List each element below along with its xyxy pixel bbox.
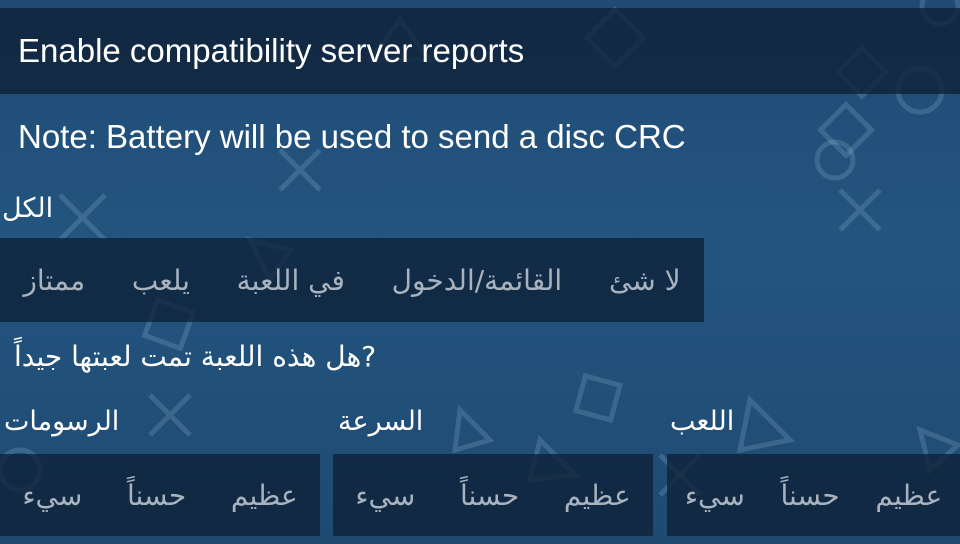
cross-symbol xyxy=(148,393,192,437)
compat-reports-label: Enable compatibility server reports xyxy=(18,32,525,69)
cross-symbol xyxy=(838,188,882,232)
overall-choice-bar: ممتاز يلعب في اللعبة القائمة/الدخول لا ش… xyxy=(0,238,704,322)
gameplay-option-bad[interactable]: سيء xyxy=(685,479,745,512)
playability-question: هل هذه اللعبة تمت لعبتها جيداً? xyxy=(14,340,377,373)
gameplay-option-great[interactable]: عظيم xyxy=(875,479,942,512)
overall-option-perfect[interactable]: ممتاز xyxy=(23,264,85,297)
battery-note: Note: Battery will be used to send a dis… xyxy=(18,118,686,155)
square-symbol xyxy=(572,372,624,424)
cross-symbol xyxy=(278,148,322,192)
square-symbol xyxy=(817,101,875,159)
graphics-option-great[interactable]: عظيم xyxy=(231,479,298,512)
overall-option-playable[interactable]: يلعب xyxy=(132,264,190,297)
triangle-symbol xyxy=(452,404,495,454)
speed-option-ok[interactable]: حسناً xyxy=(460,479,519,512)
graphics-option-bad[interactable]: سيء xyxy=(22,479,82,512)
compat-reports-toggle-row[interactable]: Enable compatibility server reports xyxy=(0,8,960,94)
overall-option-menu-intro[interactable]: القائمة/الدخول xyxy=(392,264,563,297)
speed-option-great[interactable]: عظيم xyxy=(564,479,631,512)
overall-label: الكل xyxy=(2,193,54,224)
graphics-option-ok[interactable]: حسناً xyxy=(127,479,186,512)
cross-symbol xyxy=(58,193,107,242)
speed-choice-bar: سيء حسناً عظيم xyxy=(333,454,653,536)
gameplay-label: اللعب xyxy=(670,406,735,437)
circle-symbol xyxy=(814,139,856,181)
overall-option-ingame[interactable]: في اللعبة xyxy=(237,264,345,297)
graphics-choice-bar: سيء حسناً عظيم xyxy=(0,454,320,536)
gameplay-option-ok[interactable]: حسناً xyxy=(780,479,839,512)
speed-option-bad[interactable]: سيء xyxy=(355,479,415,512)
triangle-symbol xyxy=(736,394,796,454)
speed-label: السرعة xyxy=(338,406,424,437)
graphics-label: الرسومات xyxy=(4,406,120,437)
overall-option-nothing[interactable]: لا شئ xyxy=(609,264,681,297)
gameplay-choice-bar: سيء حسناً عظيم xyxy=(667,454,960,536)
